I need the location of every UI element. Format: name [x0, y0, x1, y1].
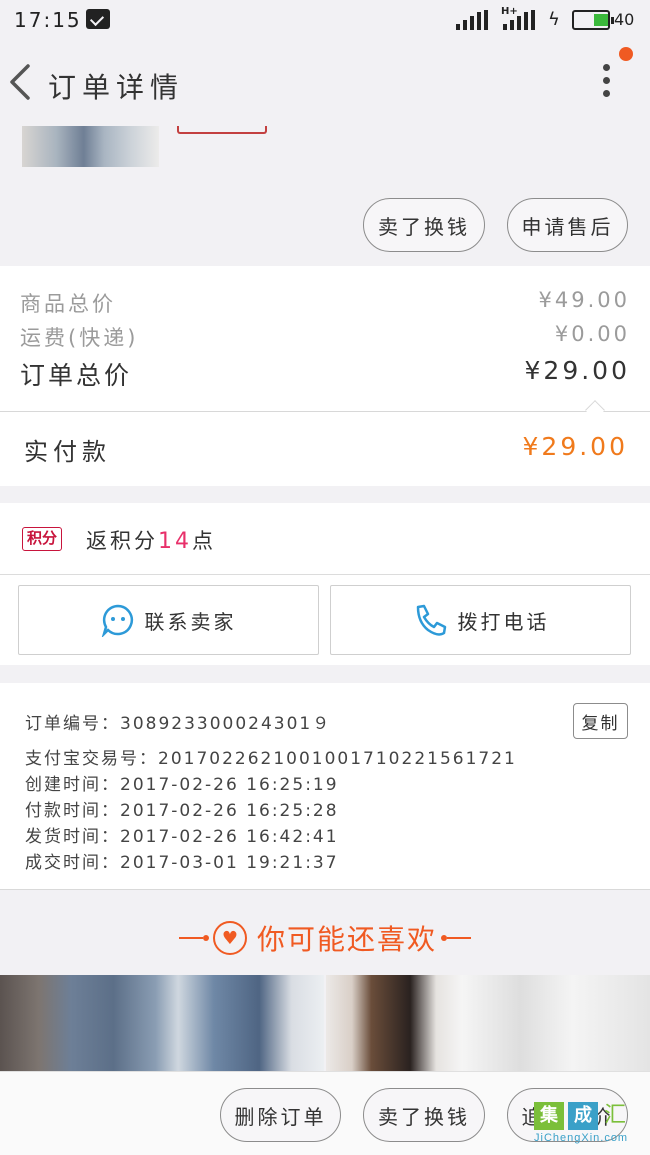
watermark-char-3: 汇 [604, 1103, 627, 1128]
order-info: 订单编号：308923300024301９ 复制 支付宝交易号：20170226… [0, 683, 650, 889]
charging-icon: ϟ [548, 9, 560, 30]
watermark-char-1: 集 [534, 1102, 564, 1130]
phone-icon [416, 604, 446, 636]
points-prefix: 返积分 [86, 529, 158, 553]
points-badge: 积分 [22, 527, 63, 551]
back-button[interactable] [6, 62, 36, 102]
signal-icon-2 [503, 10, 535, 30]
sell-button[interactable]: 卖了换钱 [363, 198, 485, 252]
battery-percent: 40 [614, 10, 635, 29]
contact-seller-label: 联系卖家 [144, 609, 237, 634]
sell-again-button[interactable]: 卖了换钱 [363, 1088, 485, 1142]
bottom-action-bar: 删除订单 卖了换钱 追加评价 集 成 汇 JiChengXin.com [0, 1071, 650, 1155]
product-tag [177, 126, 267, 134]
order-total-label: 订单总价 [20, 361, 133, 390]
points-amount: 14 [158, 529, 192, 554]
status-bar: 17:15 H+ ϟ 40 [0, 0, 650, 40]
call-label: 拨打电话 [457, 609, 550, 634]
site-watermark: 集 成 汇 JiChengXin.com [534, 1102, 650, 1148]
paid-time: 付款时间：2017-02-26 16:25:28 [25, 801, 339, 821]
watermark-char-2: 成 [568, 1102, 598, 1130]
points-suffix: 点 [192, 529, 216, 553]
page-title: 订单详情 [48, 71, 185, 104]
order-total-value: ¥29.00 [524, 356, 630, 385]
price-summary: 商品总价 ¥49.00 运费(快递) ¥0.00 订单总价 ¥29.00 实付款… [0, 266, 650, 486]
message-icon [86, 9, 110, 29]
paid-value: ¥29.00 [522, 432, 628, 461]
order-number: 订单编号：308923300024301９ [25, 714, 332, 734]
notification-dot [619, 47, 633, 61]
delete-order-button[interactable]: 删除订单 [220, 1088, 341, 1142]
signal-icon [456, 10, 488, 30]
watermark-url: JiChengXin.com [534, 1132, 629, 1144]
after-sales-button[interactable]: 申请售后 [507, 198, 628, 252]
paid-label: 实付款 [24, 438, 111, 466]
more-dots-icon [602, 64, 610, 71]
recommend-header: ♥ 你可能还喜欢 [0, 889, 650, 979]
recommend-grid [0, 975, 650, 1075]
caret-pointer [585, 400, 605, 420]
recommend-title: 你可能还喜欢 [256, 923, 437, 956]
decor-line-right [441, 935, 471, 941]
heart-icon: ♥ [212, 921, 247, 955]
completed-time: 成交时间：2017-03-01 19:21:37 [25, 853, 339, 873]
divider [0, 411, 650, 412]
battery-icon [572, 10, 614, 30]
status-time: 17:15 [14, 8, 82, 32]
call-button[interactable]: 拨打电话 [330, 585, 631, 655]
points-row: 积分 返积分14点 [0, 503, 650, 575]
shipped-time: 发货时间：2017-02-26 16:42:41 [25, 827, 339, 847]
recommend-item-shoes[interactable] [326, 975, 650, 1075]
product-section: 卖了换钱 申请售后 [0, 126, 650, 266]
contact-seller-button[interactable]: 联系卖家 [18, 585, 319, 655]
copy-button[interactable]: 复制 [573, 703, 628, 739]
decor-line-left [178, 935, 209, 941]
alipay-trade-number: 支付宝交易号：2017022621001001710221561721 [25, 749, 517, 769]
more-menu-button[interactable] [596, 64, 616, 104]
order-detail-page: 17:15 H+ ϟ 40 订单详情 卖了换钱 申请售后 商品总价 ¥49.00… [0, 0, 650, 1155]
created-time: 创建时间：2017-02-26 16:25:19 [25, 775, 339, 795]
contact-section: 联系卖家 拨打电话 [0, 575, 650, 665]
recommend-title-row: ♥ 你可能还喜欢 [0, 918, 650, 958]
goods-total-value: ¥49.00 [538, 288, 630, 312]
chat-bubble-icon [101, 604, 133, 637]
goods-total-label: 商品总价 [20, 292, 116, 316]
title-bar: 订单详情 [0, 40, 650, 126]
points-text: 返积分14点 [86, 525, 216, 555]
shipping-value: ¥0.00 [554, 322, 630, 346]
back-arrow-icon [10, 64, 30, 100]
shipping-label: 运费(快递) [20, 326, 139, 350]
recommend-item-jeans[interactable] [0, 975, 324, 1075]
product-thumbnail[interactable] [22, 126, 159, 167]
